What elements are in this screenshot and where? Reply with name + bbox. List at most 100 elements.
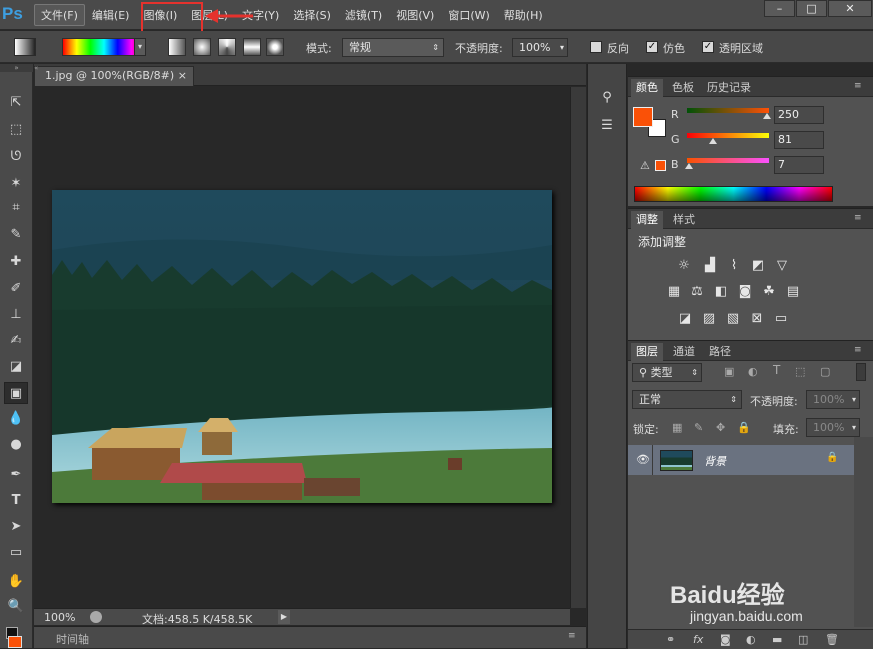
status-menu-arrow-icon[interactable]: ▶ (278, 610, 290, 624)
menu-window[interactable]: 窗口(W) (441, 4, 496, 26)
panel-menu-icon[interactable]: ≡ (854, 213, 862, 223)
channel-b-slider[interactable] (685, 158, 769, 169)
mode-select[interactable]: 常规 ⇕ (342, 38, 444, 57)
reflected-gradient-icon[interactable] (243, 38, 261, 56)
angle-gradient-icon[interactable] (218, 38, 236, 56)
photo-filter-icon[interactable]: ◙ (736, 283, 754, 301)
lock-transparent-icon[interactable]: ▦ (672, 421, 682, 434)
hand-tool-icon[interactable]: ✋ (4, 571, 28, 593)
tab-color[interactable]: 颜色 (631, 79, 663, 97)
fx-icon[interactable]: fx (693, 633, 703, 646)
panel-menu-icon[interactable]: ≡ (854, 345, 862, 355)
menu-filter[interactable]: 滤镜(T) (338, 4, 389, 26)
diamond-gradient-icon[interactable] (266, 38, 284, 56)
posterize-icon[interactable]: ▨ (700, 310, 718, 328)
menu-file[interactable]: 文件(F) (34, 4, 85, 26)
layers-scrollbar[interactable] (854, 437, 873, 627)
move-tool-icon[interactable]: ⇱ (4, 92, 28, 114)
tab-styles[interactable]: 样式 (668, 211, 700, 229)
slider-thumb-icon[interactable] (685, 163, 694, 169)
reverse-checkbox[interactable] (590, 41, 602, 53)
brush-tool-icon[interactable]: ✐ (4, 278, 28, 300)
blend-mode-select[interactable]: 正常 ⇕ (632, 390, 742, 409)
crop-tool-icon[interactable]: ⌗ (4, 197, 28, 219)
channel-g-slider[interactable] (687, 133, 769, 144)
minimize-button[interactable]: – (764, 0, 795, 17)
channel-mixer-icon[interactable]: ☘ (760, 283, 778, 301)
gradient-tool-icon[interactable]: ▣ (4, 382, 28, 404)
rectangle-tool-icon[interactable]: ▭ (4, 542, 28, 564)
foreground-color-swatch[interactable] (633, 107, 653, 127)
filter-adjustment-icon[interactable]: ◐ (748, 365, 758, 378)
selective-color-icon[interactable]: ▭ (772, 310, 790, 328)
menu-edit[interactable]: 编辑(E) (85, 4, 137, 26)
pen-tool-icon[interactable]: ✒ (4, 464, 28, 486)
document-image[interactable] (52, 190, 552, 503)
layer-name[interactable]: 背景 (704, 453, 726, 469)
lock-position-icon[interactable]: ✥ (716, 421, 725, 434)
tab-swatches[interactable]: 色板 (667, 79, 699, 97)
opacity-input[interactable]: 100% ▾ (512, 38, 568, 57)
levels-icon[interactable]: ▟ (701, 257, 719, 275)
color-balance-icon[interactable]: ⚖ (688, 283, 706, 301)
panel-menu-icon[interactable]: ≡ (568, 631, 576, 641)
layer-row[interactable]: 👁 背景 🔒 (628, 445, 854, 475)
zoom-tool-icon[interactable]: 🔍 (4, 596, 28, 618)
tab-adjustments[interactable]: 调整 (631, 211, 663, 229)
threshold-icon[interactable]: ▧ (724, 310, 742, 328)
lock-pixels-icon[interactable]: ✎ (694, 421, 703, 434)
clone-stamp-tool-icon[interactable]: ⊥ (4, 304, 28, 326)
linear-gradient-icon[interactable] (168, 38, 186, 56)
black-white-icon[interactable]: ◧ (712, 283, 730, 301)
path-selection-tool-icon[interactable]: ➤ (4, 516, 28, 538)
foreground-color-swatch[interactable] (8, 636, 22, 648)
healing-brush-tool-icon[interactable]: ✚ (4, 251, 28, 273)
curves-icon[interactable]: ⌇ (725, 257, 743, 275)
dither-checkbox[interactable]: ✓ (646, 41, 658, 53)
layer-filter-select[interactable]: ⚲ 类型 ⇕ (632, 363, 702, 382)
mask-icon[interactable]: ◙ (720, 633, 731, 646)
vibrance-icon[interactable]: ▽ (773, 257, 791, 275)
marquee-tool-icon[interactable]: ⬚ (4, 119, 28, 141)
lasso-tool-icon[interactable]: ᘎ (4, 146, 28, 168)
tab-layers[interactable]: 图层 (631, 343, 663, 361)
panel-menu-icon[interactable]: ≡ (854, 81, 862, 91)
maximize-button[interactable]: □ (796, 0, 827, 17)
invert-icon[interactable]: ◪ (676, 310, 694, 328)
filter-pixel-icon[interactable]: ▣ (724, 365, 734, 378)
collapse-icon[interactable]: » (0, 64, 33, 72)
brush-presets-icon[interactable]: ⚲ (596, 90, 618, 110)
gamut-warning-icon[interactable]: ⚠ (640, 159, 650, 172)
trash-icon[interactable]: 🗑 (825, 633, 839, 646)
radial-gradient-icon[interactable] (193, 38, 211, 56)
channel-g-input[interactable]: 81 (774, 131, 824, 149)
filter-type-icon[interactable]: T (773, 363, 780, 377)
filter-smart-object-icon[interactable]: ▢ (820, 365, 830, 378)
menu-view[interactable]: 视图(V) (389, 4, 441, 26)
tab-paths[interactable]: 路径 (704, 343, 736, 361)
exposure-icon[interactable]: ◩ (749, 257, 767, 275)
fill-input[interactable]: 100% ▾ (806, 418, 860, 437)
channel-r-slider[interactable] (687, 108, 772, 119)
vertical-scrollbar[interactable] (570, 87, 586, 608)
type-tool-icon[interactable]: T (4, 490, 28, 512)
dodge-tool-icon[interactable]: ● (4, 434, 28, 456)
transparency-checkbox[interactable]: ✓ (702, 41, 714, 53)
menu-select[interactable]: 选择(S) (286, 4, 338, 26)
eraser-tool-icon[interactable]: ◪ (4, 356, 28, 378)
eyedropper-tool-icon[interactable]: ✎ (4, 224, 28, 246)
history-brush-tool-icon[interactable]: ✍ (4, 330, 28, 352)
document-tab[interactable]: 1.jpg @ 100%(RGB/8#) × (34, 66, 194, 86)
channel-b-input[interactable]: 7 (774, 156, 824, 174)
menu-help[interactable]: 帮助(H) (497, 4, 550, 26)
gamut-color-swatch[interactable] (655, 160, 666, 171)
channel-r-input[interactable]: 250 (774, 106, 824, 124)
tab-channels[interactable]: 通道 (668, 343, 700, 361)
lock-all-icon[interactable]: 🔒 (737, 421, 751, 434)
brightness-contrast-icon[interactable]: ☼ (675, 257, 693, 275)
document-info-icon[interactable] (90, 611, 102, 623)
collapse-icon[interactable]: « (34, 64, 42, 86)
magic-wand-tool-icon[interactable]: ✶ (4, 173, 28, 195)
close-window-button[interactable]: ✕ (828, 0, 872, 17)
tool-presets-icon[interactable]: ☰ (596, 118, 618, 138)
